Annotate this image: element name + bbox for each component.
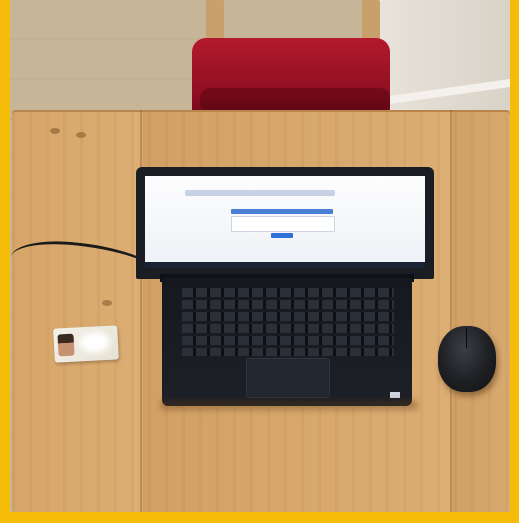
wood-knot xyxy=(50,128,60,134)
screen-input xyxy=(231,216,335,232)
screen-header xyxy=(185,190,335,196)
id-card-icon xyxy=(53,325,119,363)
mouse-icon xyxy=(438,326,496,392)
wood-knot xyxy=(76,132,86,138)
photo xyxy=(10,0,510,512)
wood-knot xyxy=(102,300,112,306)
table-seam xyxy=(450,110,452,512)
laptop-sticker xyxy=(390,392,400,398)
screen-taskbar xyxy=(145,262,425,268)
laptop-shadow xyxy=(160,400,418,410)
mouse-button-split xyxy=(466,328,467,348)
laptop-touchpad xyxy=(246,358,330,398)
screen-button xyxy=(271,233,293,238)
laptop-keyboard xyxy=(182,288,394,356)
id-card-redaction xyxy=(79,331,111,354)
screen-form-bar xyxy=(231,209,333,214)
photo-scene xyxy=(0,0,519,523)
laptop-screen xyxy=(145,176,425,266)
id-card-photo xyxy=(57,333,75,357)
